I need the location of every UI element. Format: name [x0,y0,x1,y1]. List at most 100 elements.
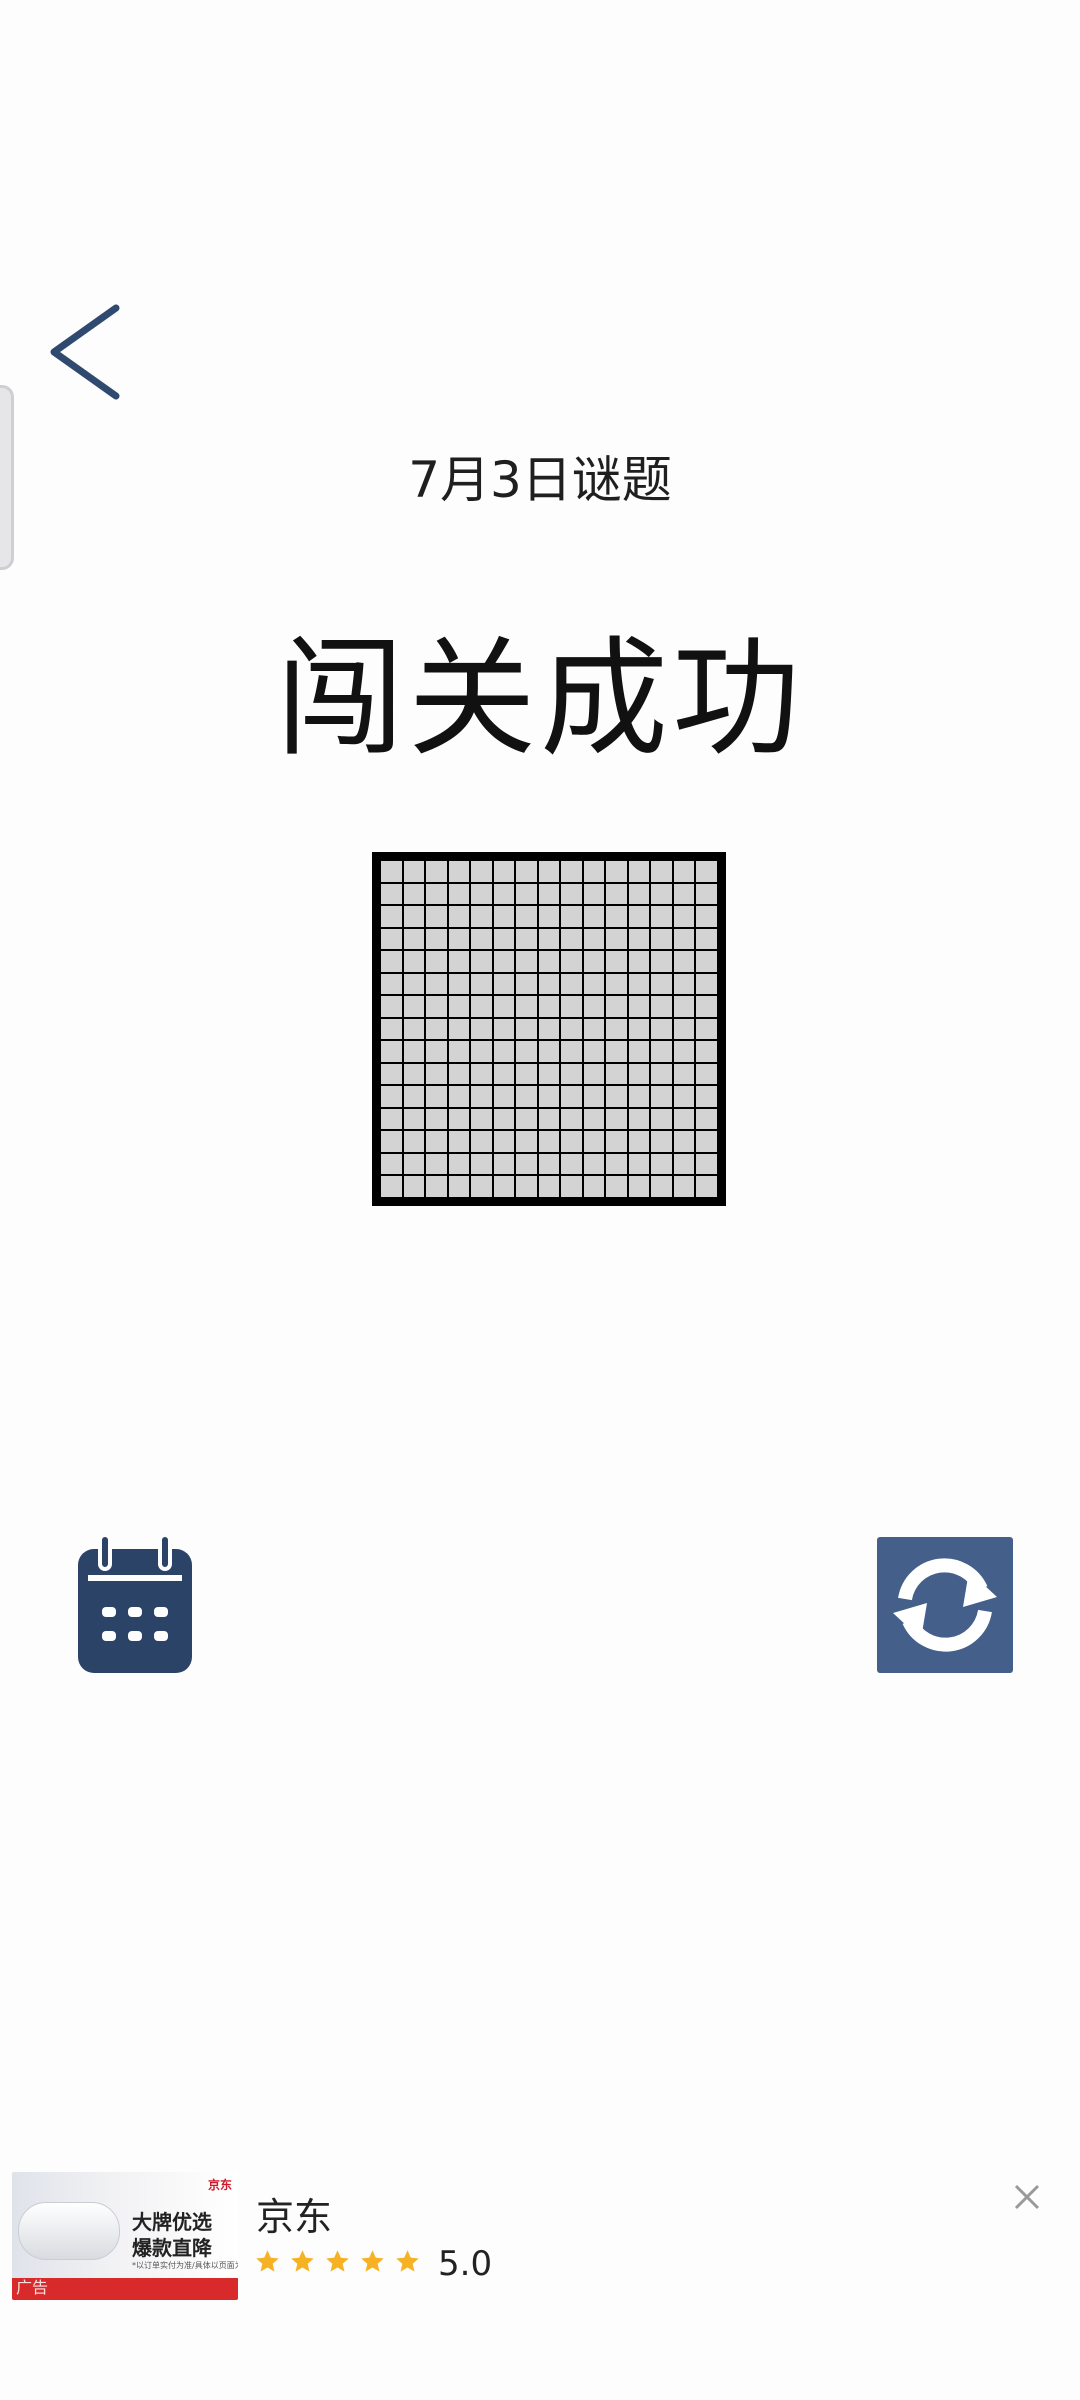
grid-cell [628,861,650,882]
grid-cell [628,1018,650,1040]
refresh-button[interactable] [877,1537,1013,1673]
grid-cell [606,951,627,972]
grid-cell [696,1086,717,1107]
water-heater-image [18,2202,120,2260]
grid-cell [471,951,492,972]
grid-cell [606,1176,627,1197]
grid-cell [493,1086,515,1107]
grid-cell [381,951,402,972]
grid-cell [673,861,695,882]
grid-cell [493,1018,515,1040]
ad-label: 广告 [16,2278,49,2297]
ad-brand-name[interactable]: 京东 [256,2186,332,2241]
grid-cell [628,883,650,905]
grid-cell [583,1063,605,1085]
grid-cell [493,951,515,972]
grid-cell [516,861,537,882]
grid-cell [628,951,650,972]
grid-cell [471,1131,492,1152]
grid-cell [403,906,425,927]
grid-cell [448,1176,470,1197]
grid-cell [628,1108,650,1130]
ad-image[interactable]: 京东 大牌优选 爆款直降 *以订单实付为准/具体以页面为准 广告 [12,2172,238,2300]
star-icon [396,2250,419,2272]
grid-cell [426,883,447,905]
grid-cell [538,1176,560,1197]
grid-cell [426,996,447,1017]
grid-cell [403,1108,425,1130]
grid-cell [561,883,582,905]
grid-cell [381,1018,402,1040]
grid-cell [538,973,560,995]
grid-cell [561,951,582,972]
grid-cell [561,1018,582,1040]
grid-cell [493,883,515,905]
grid-cell [651,883,672,905]
grid-cell [403,1153,425,1175]
ad-banner[interactable]: 京东 大牌优选 爆款直降 *以订单实付为准/具体以页面为准 广告 京东 5.0 [0,2160,1080,2310]
grid-cell [426,1176,447,1197]
grid-cell [426,906,447,927]
ad-rating-stars [254,2248,421,2275]
grid-cell [516,1176,537,1197]
grid-cell [403,1063,425,1085]
grid-cell [628,996,650,1017]
grid-cell [673,951,695,972]
grid-cell [403,1041,425,1062]
grid-cell [516,973,537,995]
grid-cell [493,1131,515,1152]
grid-cell [651,951,672,972]
grid-cell [448,861,470,882]
grid-cell [583,996,605,1017]
grid-cell [673,1108,695,1130]
grid-cell [583,1131,605,1152]
grid-cell [448,1131,470,1152]
grid-cell [538,1041,560,1062]
grid-cell [381,1176,402,1197]
grid-cell [403,1131,425,1152]
grid-cell [673,1041,695,1062]
grid-cell [538,861,560,882]
grid-cell [516,1153,537,1175]
grid-cell [628,1176,650,1197]
grid-cell [696,1063,717,1085]
grid-cell [651,928,672,950]
grid-cell [493,1041,515,1062]
grid-cell [426,861,447,882]
grid-cell [651,1176,672,1197]
grid-cell [628,1041,650,1062]
grid-cell [561,906,582,927]
grid-cell [493,928,515,950]
grid-cell [696,861,717,882]
grid-cell [696,1041,717,1062]
grid-cell [471,906,492,927]
grid-cell [673,928,695,950]
chevron-left-icon [50,304,120,400]
grid-cell [673,1153,695,1175]
grid-cell [628,906,650,927]
grid-cell [651,973,672,995]
back-button[interactable] [40,300,130,410]
grid-cell [381,973,402,995]
grid-cell [403,861,425,882]
grid-cells [381,861,717,1197]
grid-cell [493,1108,515,1130]
grid-cell [471,1086,492,1107]
calendar-button[interactable] [76,1533,194,1675]
grid-cell [628,1086,650,1107]
grid-cell [583,1018,605,1040]
grid-cell [538,1018,560,1040]
grid-cell [673,1086,695,1107]
ad-close-button[interactable] [1010,2180,1044,2214]
grid-cell [651,1041,672,1062]
grid-cell [381,928,402,950]
grid-cell [426,973,447,995]
grid-cell [561,928,582,950]
grid-cell [448,951,470,972]
grid-cell [696,1153,717,1175]
grid-cell [696,1018,717,1040]
grid-cell [696,973,717,995]
grid-cell [606,1063,627,1085]
grid-cell [448,883,470,905]
grid-cell [651,1153,672,1175]
